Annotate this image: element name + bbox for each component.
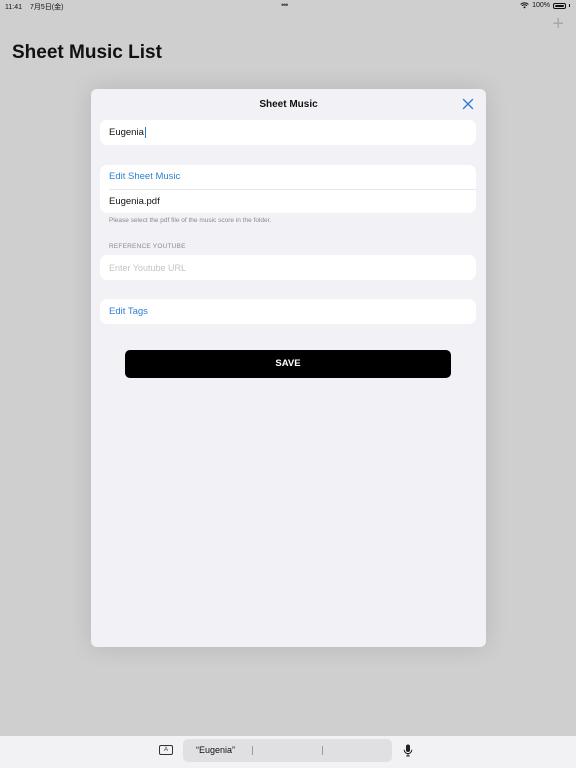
suggestion-separator — [322, 746, 323, 755]
status-time: 11:41 — [5, 4, 22, 11]
helper-text: Please select the pdf file of the music … — [109, 217, 272, 224]
battery-icon — [553, 2, 566, 9]
divider — [109, 189, 476, 190]
name-value: Eugenia — [109, 127, 144, 138]
modal-title: Sheet Music — [259, 99, 318, 110]
name-field[interactable]: Eugenia — [100, 120, 476, 145]
page-title: Sheet Music List — [12, 42, 162, 63]
keyboard-icon[interactable]: A — [159, 745, 173, 755]
suggestion-strip: “Eugenia” — [183, 739, 392, 762]
status-right: 100% — [520, 2, 570, 9]
status-date: 7月5日(金) — [29, 4, 64, 11]
add-button[interactable]: + — [552, 14, 564, 34]
youtube-url-input[interactable] — [109, 255, 469, 280]
wifi-icon — [520, 2, 529, 9]
text-caret — [144, 127, 146, 138]
suggestion-separator — [252, 746, 253, 755]
battery-percent: 100% — [532, 2, 550, 9]
tags-card: Edit Tags — [100, 299, 476, 324]
battery-cap — [569, 4, 570, 7]
edit-sheet-music-button[interactable]: Edit Sheet Music — [109, 171, 180, 182]
status-left: 11:41 7月5日(金) — [5, 2, 69, 12]
status-bar: 11:41 7月5日(金) ••• 100% — [0, 0, 576, 12]
sheet-music-modal: Sheet Music Eugenia Edit Sheet Music Eug… — [91, 89, 486, 647]
name-input[interactable]: Eugenia — [109, 127, 146, 138]
edit-tags-button[interactable]: Edit Tags — [109, 306, 148, 317]
youtube-card — [100, 255, 476, 280]
keyboard-assistant-bar: A “Eugenia” — [150, 738, 426, 764]
sheet-file-name: Eugenia.pdf — [109, 196, 160, 207]
microphone-icon[interactable] — [403, 744, 413, 757]
save-button[interactable]: SAVE — [125, 350, 451, 378]
close-icon[interactable] — [462, 98, 474, 110]
multitasking-dots-icon[interactable]: ••• — [281, 0, 289, 10]
suggestion-item[interactable]: “Eugenia” — [196, 745, 235, 755]
youtube-section-label: REFERENCE YOUTUBE — [109, 243, 186, 250]
sheet-music-card: Edit Sheet Music Eugenia.pdf — [100, 165, 476, 213]
